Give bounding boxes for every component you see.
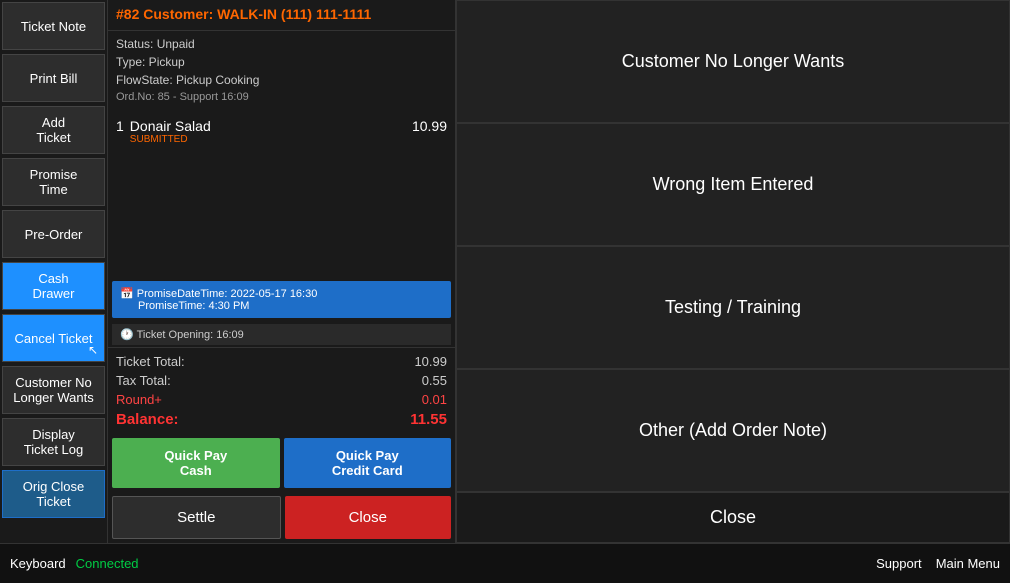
settle-button[interactable]: Settle	[112, 496, 281, 539]
bottom-left: Keyboard Connected	[10, 556, 139, 571]
settle-close-buttons: Settle Close	[108, 492, 455, 543]
round-row: Round+ 0.01	[116, 390, 447, 409]
balance-value: 11.55	[410, 411, 447, 428]
sidebar-btn-cancel-ticket[interactable]: Cancel Ticket ↖	[2, 314, 105, 362]
cancel-option-other[interactable]: Other (Add Order Note)	[456, 369, 1010, 492]
cancel-option-wrong-item-entered[interactable]: Wrong Item Entered	[456, 123, 1010, 246]
ticket-header: #82 Customer: WALK-IN (111) 111-1111	[108, 0, 455, 31]
bottom-bar: Keyboard Connected Support Main Menu	[0, 543, 1010, 583]
right-close-button[interactable]: Close	[456, 492, 1010, 543]
promise-datetime: 📅 PromiseDateTime: 2022-05-17 16:30	[120, 287, 443, 300]
balance-label: Balance:	[116, 411, 179, 428]
ticket-total-row: Ticket Total: 10.99	[116, 352, 447, 371]
connected-status: Connected	[76, 556, 139, 571]
clock-icon: 🕐	[120, 329, 134, 341]
sidebar-btn-add-ticket[interactable]: AddTicket	[2, 106, 105, 154]
cancel-option-customer-no-longer-wants[interactable]: Customer No Longer Wants	[456, 0, 1010, 123]
bottom-right: Support Main Menu	[876, 556, 1000, 571]
round-value: 0.01	[422, 392, 447, 407]
cursor-icon: ↖	[88, 343, 98, 357]
quick-pay-cash-button[interactable]: Quick PayCash	[112, 438, 280, 488]
close-ticket-button[interactable]: Close	[285, 496, 452, 539]
sidebar-btn-cash-expense[interactable]: Customer No Longer Wants	[2, 366, 105, 414]
ticket-totals: Ticket Total: 10.99 Tax Total: 0.55 Roun…	[108, 347, 455, 434]
quick-pay-credit-card-button[interactable]: Quick PayCredit Card	[284, 438, 452, 488]
sidebar-btn-orig-close-ticket[interactable]: Orig Close Ticket	[2, 470, 105, 518]
promise-info: 📅 PromiseDateTime: 2022-05-17 16:30 Prom…	[112, 281, 451, 318]
item-qty: 1	[116, 118, 124, 134]
round-label: Round+	[116, 392, 162, 407]
item-sub: SUBMITTED	[130, 134, 412, 145]
sidebar-btn-promise-time[interactable]: PromiseTime	[2, 158, 105, 206]
ticket-total-label: Ticket Total:	[116, 354, 185, 369]
sidebar-btn-display-ticket-log[interactable]: DisplayTicket Log	[2, 418, 105, 466]
sidebar-btn-pre-order[interactable]: Pre-Order	[2, 210, 105, 258]
promise-time: PromiseTime: 4:30 PM	[120, 300, 443, 312]
support-link[interactable]: Support	[876, 556, 922, 571]
table-row: 1 Donair Salad SUBMITTED 10.99	[116, 114, 447, 149]
sidebar-btn-ticket-note[interactable]: Ticket Note	[2, 2, 105, 50]
cancel-option-testing-training[interactable]: Testing / Training	[456, 246, 1010, 369]
ticket-opening: 🕐 Ticket Opening: 16:09	[112, 324, 451, 345]
ticket-info: Status: Unpaid Type: Pickup FlowState: P…	[108, 31, 455, 110]
ticket-panel: #82 Customer: WALK-IN (111) 111-1111 Sta…	[108, 0, 456, 543]
tax-total-row: Tax Total: 0.55	[116, 371, 447, 390]
main-menu-link[interactable]: Main Menu	[936, 556, 1000, 571]
ticket-status: Status: Unpaid	[116, 35, 447, 53]
cancel-options-panel: Customer No Longer Wants Wrong Item Ente…	[456, 0, 1010, 492]
sidebar-btn-print-bill[interactable]: Print Bill	[2, 54, 105, 102]
right-panel: Customer No Longer Wants Wrong Item Ente…	[456, 0, 1010, 543]
tax-total-label: Tax Total:	[116, 373, 171, 388]
ticket-action-buttons: Quick PayCash Quick PayCredit Card	[108, 434, 455, 492]
ticket-items: 1 Donair Salad SUBMITTED 10.99	[108, 110, 455, 278]
tax-total-value: 0.55	[422, 373, 447, 388]
ticket-total-value: 10.99	[414, 354, 447, 369]
sidebar-btn-cash-drawer[interactable]: CashDrawer	[2, 262, 105, 310]
ticket-type: Type: Pickup	[116, 53, 447, 71]
keyboard-label: Keyboard	[10, 556, 66, 571]
ticket-number: #82 Customer: WALK-IN (111) 111-1111	[116, 6, 371, 22]
item-name: Donair Salad SUBMITTED	[130, 118, 412, 145]
ticket-ordno: Ord.No: 85 - Support 16:09	[116, 89, 447, 106]
ticket-flowstate: FlowState: Pickup Cooking	[116, 71, 447, 89]
calendar-icon: 📅	[120, 288, 134, 300]
balance-row: Balance: 11.55	[116, 409, 447, 430]
item-price: 10.99	[412, 118, 447, 134]
sidebar: Ticket Note Print Bill AddTicket Promise…	[0, 0, 108, 543]
